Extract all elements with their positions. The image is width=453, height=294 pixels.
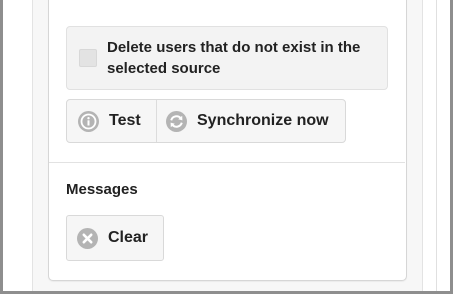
refresh-icon [166,110,187,132]
synchronize-now-label: Synchronize now [197,112,329,129]
info-icon [78,110,99,132]
clear-button[interactable]: Clear [66,215,164,261]
synchronize-now-button[interactable]: Synchronize now [157,100,345,142]
delete-users-option[interactable]: Delete users that do not exist in the se… [66,26,388,90]
clear-button-label: Clear [108,229,149,246]
window-frame-left [0,0,3,294]
test-button[interactable]: Test [67,100,157,142]
delete-users-label: Delete users that do not exist in the se… [107,39,361,77]
delete-users-checkbox[interactable] [79,49,97,67]
scroll-edge [436,0,437,291]
close-circle-icon [77,227,98,249]
test-button-label: Test [109,112,141,129]
section-divider [49,162,405,163]
action-button-group: Test Synchronize now [66,99,346,143]
messages-heading: Messages [66,181,138,198]
